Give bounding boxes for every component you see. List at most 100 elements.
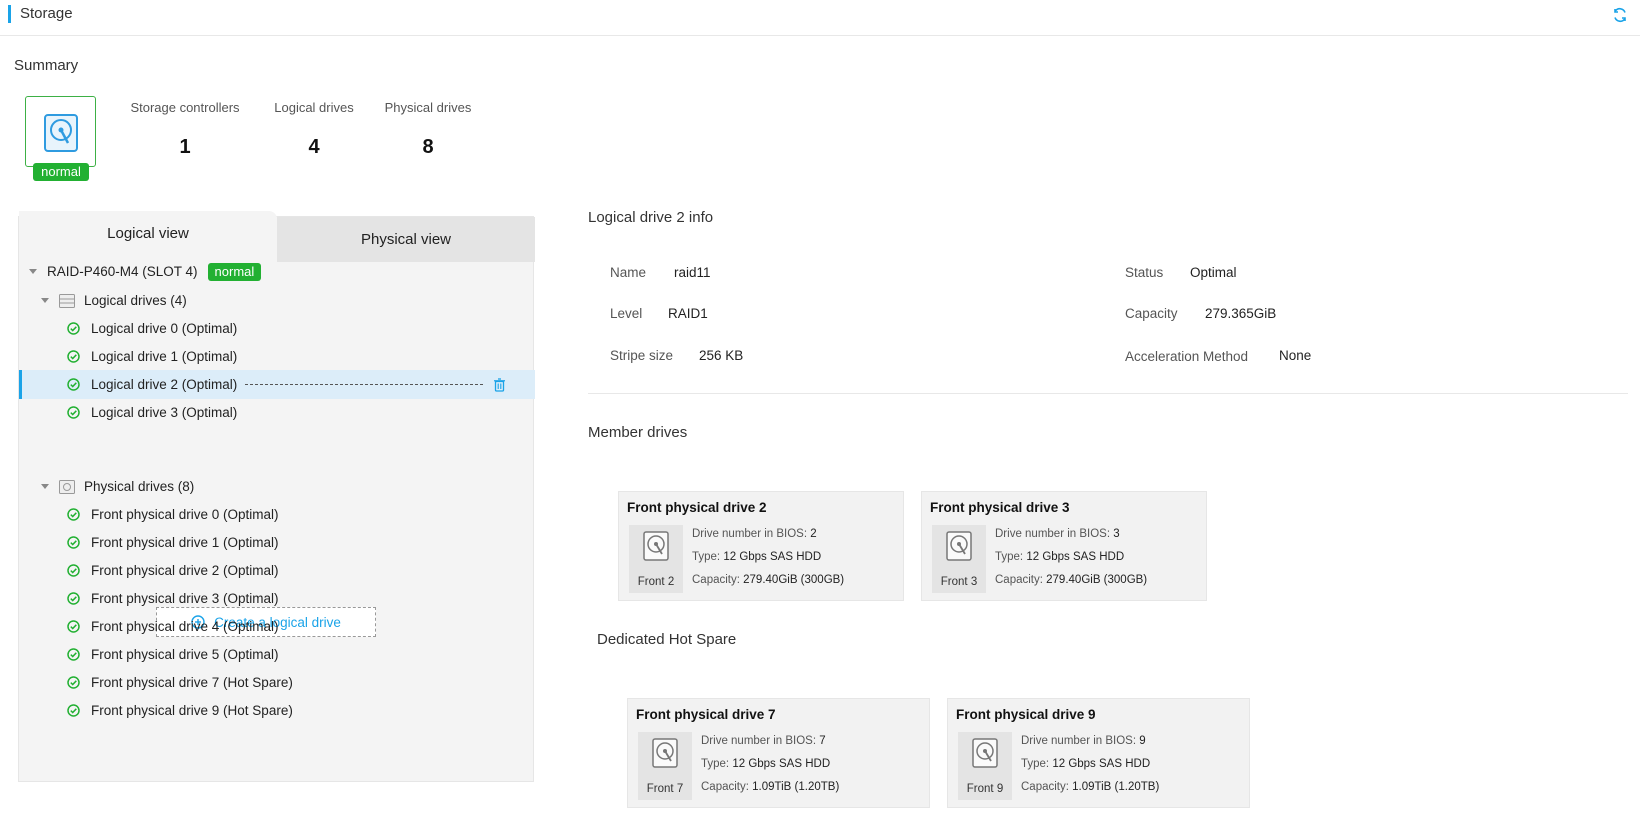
tree-item-label: Front physical drive 3 (Optimal) — [91, 591, 279, 606]
tab-logical-view[interactable]: Logical view — [19, 211, 277, 256]
hot-spare-drive-card[interactable]: Front physical drive 9 Front 9 Drive num… — [947, 698, 1250, 808]
tree-item-logical-drive-0[interactable]: Logical drive 0 (Optimal) — [19, 314, 535, 343]
info-title: Logical drive 2 info — [588, 209, 714, 226]
caret-down-icon[interactable] — [41, 484, 49, 489]
tree-item-physical-drive-4[interactable]: Front physical drive 4 (Optimal) — [19, 612, 535, 641]
drive-card-title: Front physical drive 3 — [930, 500, 1070, 515]
tab-physical-view[interactable]: Physical view — [277, 217, 535, 262]
tree-item-label: Logical drive 2 (Optimal) — [91, 377, 238, 392]
stat-value: 4 — [308, 136, 320, 158]
tree-item-label: Front physical drive 9 (Hot Spare) — [91, 703, 293, 718]
drive-slot-box: Front 9 — [958, 732, 1012, 800]
drive-bios-line: Drive number in BIOS: 7 — [701, 735, 826, 747]
tree-physical-drives-group[interactable]: Physical drives (8) — [19, 472, 535, 501]
info-divider — [588, 393, 1628, 394]
tree-item-label: Front physical drive 4 (Optimal) — [91, 619, 279, 634]
type-value: 12 Gbps SAS HDD — [732, 758, 831, 770]
drive-card-title: Front physical drive 7 — [636, 707, 776, 722]
drive-capacity-line: Capacity: 279.40GiB (300GB) — [995, 574, 1147, 586]
capacity-label: Capacity: — [995, 574, 1047, 586]
row-leader-line — [245, 384, 484, 385]
tree-controller-row[interactable]: RAID-P460-M4 (SLOT 4) normal — [19, 257, 535, 286]
check-circle-icon — [67, 536, 80, 549]
bios-value: 7 — [819, 735, 826, 747]
member-drive-card[interactable]: Front physical drive 3 Front 3 Drive num… — [921, 491, 1207, 601]
tree-item-physical-drive-2[interactable]: Front physical drive 2 (Optimal) — [19, 556, 535, 585]
hard-disk-icon — [44, 114, 78, 152]
caret-down-icon[interactable] — [29, 269, 37, 274]
capacity-value: 279.40GiB (300GB) — [743, 574, 845, 586]
tree-item-logical-drive-3[interactable]: Logical drive 3 (Optimal) — [19, 398, 535, 427]
stat-label: Storage controllers — [130, 100, 240, 115]
info-level-label: Level — [610, 306, 643, 321]
info-status-value: Optimal — [1190, 265, 1237, 280]
drive-type-line: Type: 12 Gbps SAS HDD — [692, 551, 821, 563]
check-circle-icon — [67, 592, 80, 605]
stat-value: 8 — [422, 136, 434, 158]
tree-item-logical-drive-1[interactable]: Logical drive 1 (Optimal) — [19, 342, 535, 371]
member-drives-title: Member drives — [588, 424, 688, 441]
info-capacity-value: 279.365GiB — [1205, 306, 1277, 321]
member-drive-card[interactable]: Front physical drive 2 Front 2 Drive num… — [618, 491, 904, 601]
hard-disk-icon — [972, 738, 998, 768]
capacity-value: 1.09TiB (1.20TB) — [752, 781, 840, 793]
info-name-value: raid11 — [674, 265, 711, 280]
tree-item-label: Front physical drive 0 (Optimal) — [91, 507, 279, 522]
page-header: Storage — [0, 0, 1640, 36]
type-label: Type: — [701, 758, 733, 770]
tree-item-physical-drive-7[interactable]: Front physical drive 7 (Hot Spare) — [19, 668, 535, 697]
bios-label: Drive number in BIOS: — [701, 735, 820, 747]
tree-item-label: Front physical drive 7 (Hot Spare) — [91, 675, 293, 690]
storage-summary-icon-box — [25, 96, 96, 167]
tree-item-physical-drive-3[interactable]: Front physical drive 3 (Optimal) — [19, 584, 535, 613]
info-accel-label: Acceleration Method — [1125, 349, 1249, 364]
bios-label: Drive number in BIOS: — [692, 528, 811, 540]
drive-slot-label: Front 2 — [637, 576, 675, 588]
info-stripe-label: Stripe size — [610, 348, 674, 363]
stat-logical-drives: Logical drives 4 — [266, 100, 362, 159]
drive-capacity-line: Capacity: 279.40GiB (300GB) — [692, 574, 844, 586]
caret-down-icon[interactable] — [41, 298, 49, 303]
stat-label: Physical drives — [384, 100, 472, 115]
stat-value: 1 — [179, 136, 191, 158]
hard-disk-icon — [652, 738, 678, 768]
drive-capacity-line: Capacity: 1.09TiB (1.20TB) — [1021, 781, 1159, 793]
tree-item-physical-drive-9[interactable]: Front physical drive 9 (Hot Spare) — [19, 696, 535, 725]
drive-card-title: Front physical drive 9 — [956, 707, 1096, 722]
bios-value: 2 — [810, 528, 817, 540]
tree-item-label: Front physical drive 5 (Optimal) — [91, 647, 279, 662]
info-name-label: Name — [610, 265, 647, 280]
info-status-label: Status — [1125, 265, 1164, 280]
type-label: Type: — [1021, 758, 1053, 770]
check-circle-icon — [67, 378, 80, 391]
capacity-label: Capacity: — [701, 781, 753, 793]
drive-slot-label: Front 3 — [940, 576, 978, 588]
refresh-icon[interactable] — [1612, 7, 1628, 23]
check-circle-icon — [67, 648, 80, 661]
tree-item-physical-drive-1[interactable]: Front physical drive 1 (Optimal) — [19, 528, 535, 557]
tree-item-label: Logical drive 3 (Optimal) — [91, 405, 238, 420]
stat-physical-drives: Physical drives 8 — [380, 100, 476, 159]
drive-type-line: Type: 12 Gbps SAS HDD — [995, 551, 1124, 563]
tree-item-label: Logical drive 1 (Optimal) — [91, 349, 238, 364]
tree-item-physical-drive-0[interactable]: Front physical drive 0 (Optimal) — [19, 500, 535, 529]
capacity-value: 1.09TiB (1.20TB) — [1072, 781, 1160, 793]
logical-drives-icon — [59, 293, 75, 308]
tree-item-physical-drive-5[interactable]: Front physical drive 5 (Optimal) — [19, 640, 535, 669]
hot-spare-drive-card[interactable]: Front physical drive 7 Front 7 Drive num… — [627, 698, 930, 808]
check-circle-icon — [67, 704, 80, 717]
info-stripe-value: 256 KB — [699, 348, 744, 363]
check-circle-icon — [67, 564, 80, 577]
tree-item-logical-drive-2[interactable]: Logical drive 2 (Optimal) — [19, 370, 535, 399]
bios-label: Drive number in BIOS: — [1021, 735, 1140, 747]
tree-logical-drives-group[interactable]: Logical drives (4) — [19, 286, 535, 315]
capacity-label: Capacity: — [692, 574, 744, 586]
hard-disk-icon — [946, 531, 972, 561]
stat-label: Logical drives — [274, 100, 354, 115]
trash-icon[interactable] — [493, 377, 506, 392]
drive-slot-box: Front 2 — [629, 525, 683, 593]
physical-drives-icon — [59, 479, 75, 494]
drive-bios-line: Drive number in BIOS: 2 — [692, 528, 817, 540]
check-circle-icon — [67, 676, 80, 689]
type-label: Type: — [692, 551, 724, 563]
